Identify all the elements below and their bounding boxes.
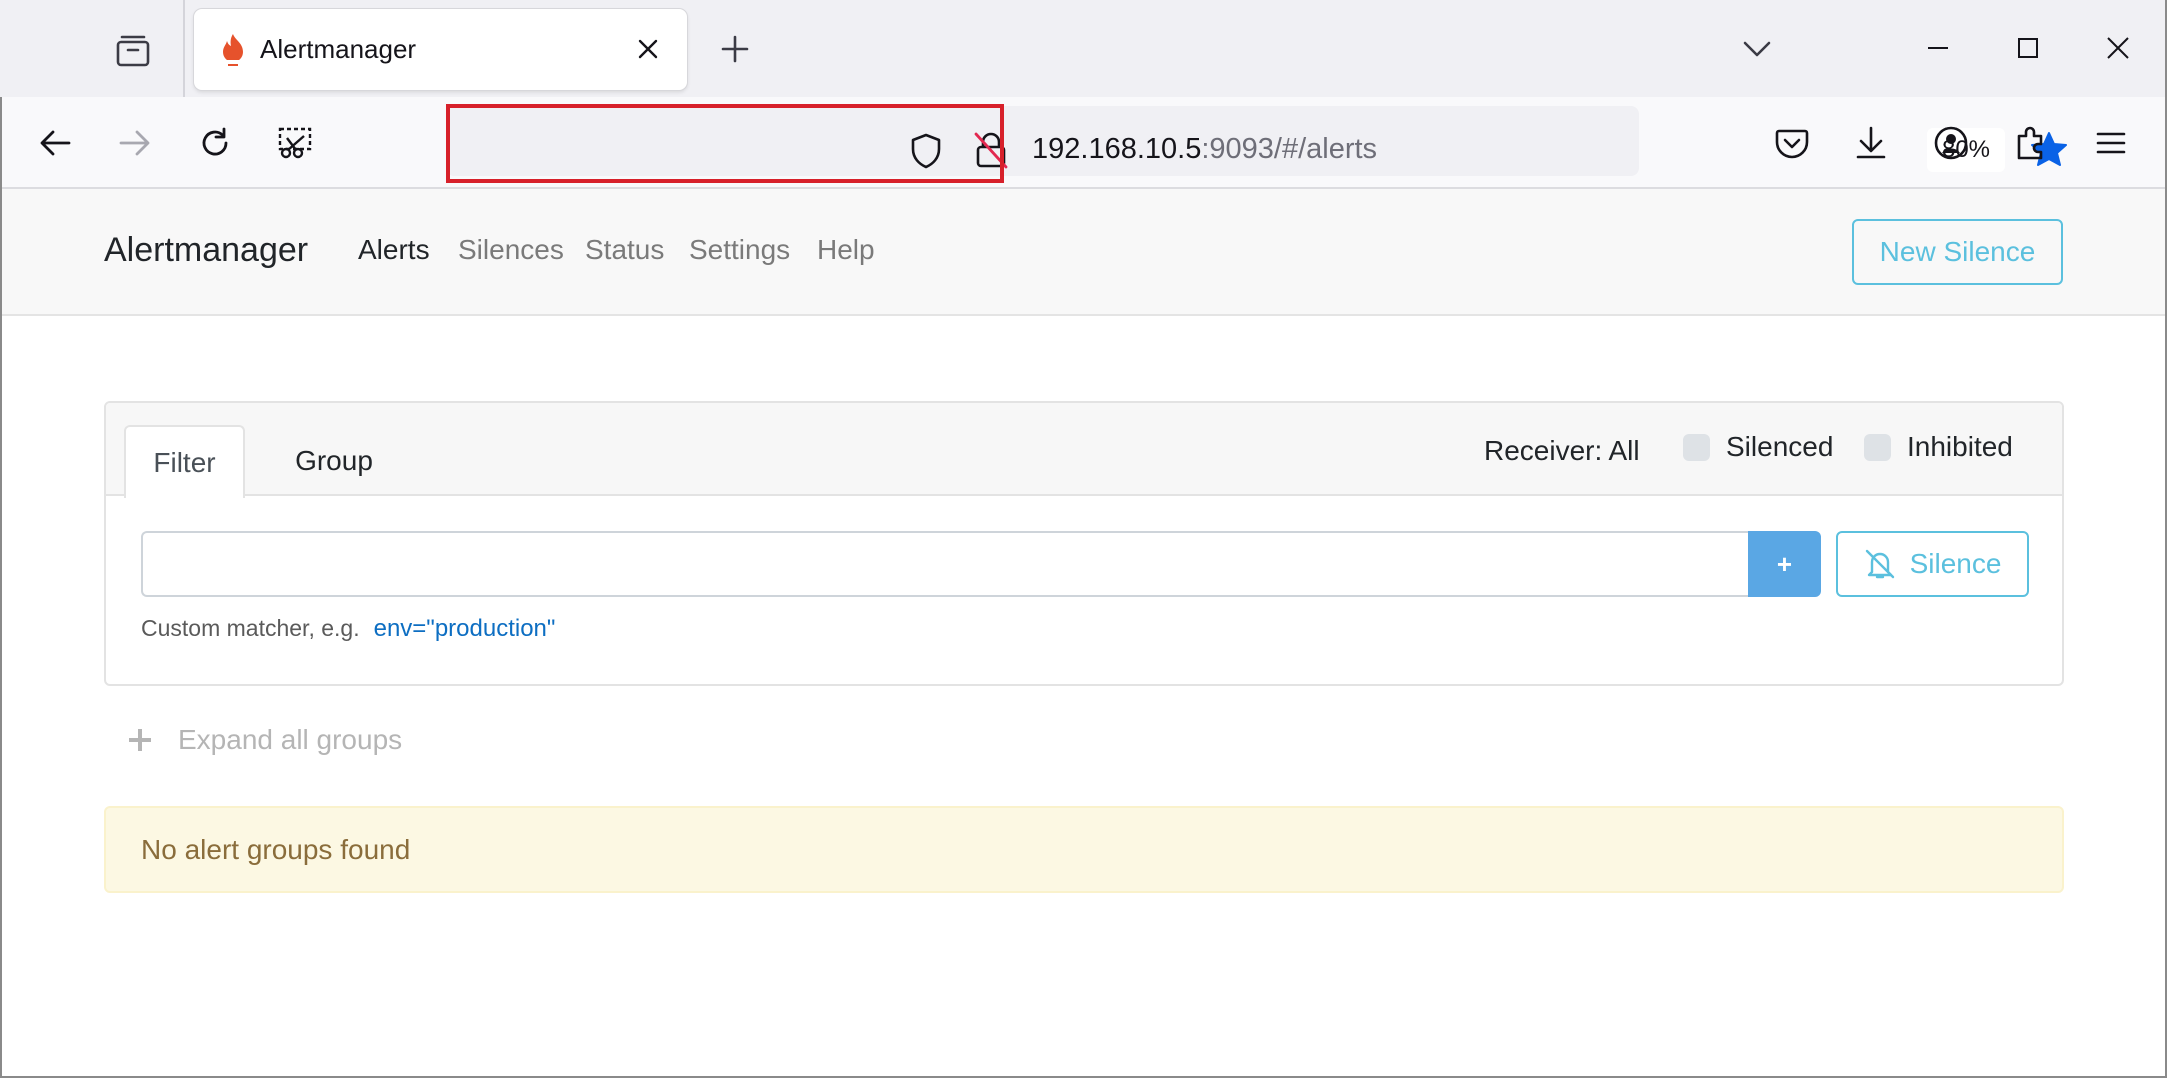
window-border bbox=[0, 97, 2, 1078]
silence-button[interactable]: Silence bbox=[1836, 531, 2029, 597]
hint-text: Custom matcher, e.g. bbox=[141, 615, 360, 641]
chevron-down-icon[interactable] bbox=[1734, 26, 1780, 72]
inhibited-checkbox-group[interactable]: Inhibited bbox=[1864, 431, 2013, 463]
nav-link-status[interactable]: Status bbox=[585, 234, 664, 266]
inhibited-label: Inhibited bbox=[1907, 431, 2013, 462]
new-silence-button[interactable]: New Silence bbox=[1852, 219, 2063, 285]
screenshot-icon[interactable] bbox=[267, 115, 323, 171]
hamburger-icon[interactable] bbox=[2083, 115, 2139, 171]
inhibited-checkbox[interactable] bbox=[1864, 433, 1891, 461]
expand-all-groups-button[interactable]: Expand all groups bbox=[128, 724, 402, 756]
filter-card-header: Filter Group Receiver: All Silenced Inhi… bbox=[106, 403, 2062, 498]
tab-collection-icon[interactable] bbox=[110, 28, 156, 74]
close-icon[interactable] bbox=[2095, 22, 2141, 74]
plus-icon[interactable] bbox=[712, 26, 758, 72]
url-text[interactable]: 192.168.10.5:9093/#/alerts bbox=[1032, 122, 1377, 176]
alertmanager-flame-icon bbox=[220, 33, 246, 67]
matcher-hint: Custom matcher, e.g. env="production" bbox=[141, 615, 555, 643]
filter-card: Filter Group Receiver: All Silenced Inhi… bbox=[104, 401, 2064, 686]
brand-title[interactable]: Alertmanager bbox=[104, 231, 308, 270]
account-icon[interactable] bbox=[1923, 115, 1979, 171]
download-icon[interactable] bbox=[1843, 115, 1899, 171]
expand-all-label: Expand all groups bbox=[178, 724, 403, 755]
bell-slash-icon bbox=[1864, 548, 1896, 580]
close-icon[interactable] bbox=[626, 27, 670, 71]
app-navbar: Alertmanager Alerts Silences Status Sett… bbox=[0, 189, 2167, 316]
silenced-label: Silenced bbox=[1726, 431, 1834, 462]
puzzle-icon[interactable] bbox=[2003, 115, 2059, 171]
pocket-icon[interactable] bbox=[1764, 115, 1820, 171]
url-highlight-box bbox=[446, 104, 1004, 183]
back-arrow-icon[interactable] bbox=[27, 115, 83, 171]
silenced-checkbox-group[interactable]: Silenced bbox=[1683, 431, 1833, 463]
tab-filter[interactable]: Filter bbox=[124, 425, 245, 498]
nav-link-help[interactable]: Help bbox=[817, 234, 875, 266]
tab-title: Alertmanager bbox=[260, 34, 417, 64]
matcher-input[interactable] bbox=[141, 531, 1748, 597]
no-alert-groups-message: No alert groups found bbox=[104, 806, 2064, 893]
url-path: :9093/#/alerts bbox=[1201, 133, 1378, 165]
browser-toolbar: 192.168.10.5:9093/#/alerts 80% bbox=[0, 97, 2167, 189]
receiver-selector[interactable]: Receiver: All bbox=[1484, 435, 1640, 467]
silence-button-label: Silence bbox=[1909, 548, 2002, 579]
plus-icon bbox=[128, 728, 152, 752]
reload-icon[interactable] bbox=[187, 115, 243, 171]
nav-link-silences[interactable]: Silences bbox=[458, 234, 564, 266]
nav-link-settings[interactable]: Settings bbox=[689, 234, 790, 266]
browser-tab-strip: Alertmanager bbox=[0, 0, 2167, 97]
silenced-checkbox[interactable] bbox=[1683, 433, 1710, 461]
url-host: 192.168.10.5 bbox=[1032, 133, 1202, 165]
add-matcher-button[interactable]: + bbox=[1748, 531, 1821, 597]
tab-strip-divider bbox=[183, 0, 185, 97]
browser-tab-active[interactable]: Alertmanager bbox=[194, 9, 687, 90]
maximize-icon[interactable] bbox=[2005, 22, 2051, 74]
minimize-icon[interactable] bbox=[1915, 22, 1961, 74]
nav-link-alerts[interactable]: Alerts bbox=[358, 234, 430, 266]
tab-group[interactable]: Group bbox=[272, 425, 396, 497]
hint-example-link[interactable]: env="production" bbox=[374, 615, 556, 642]
forward-arrow-icon[interactable] bbox=[107, 115, 163, 171]
